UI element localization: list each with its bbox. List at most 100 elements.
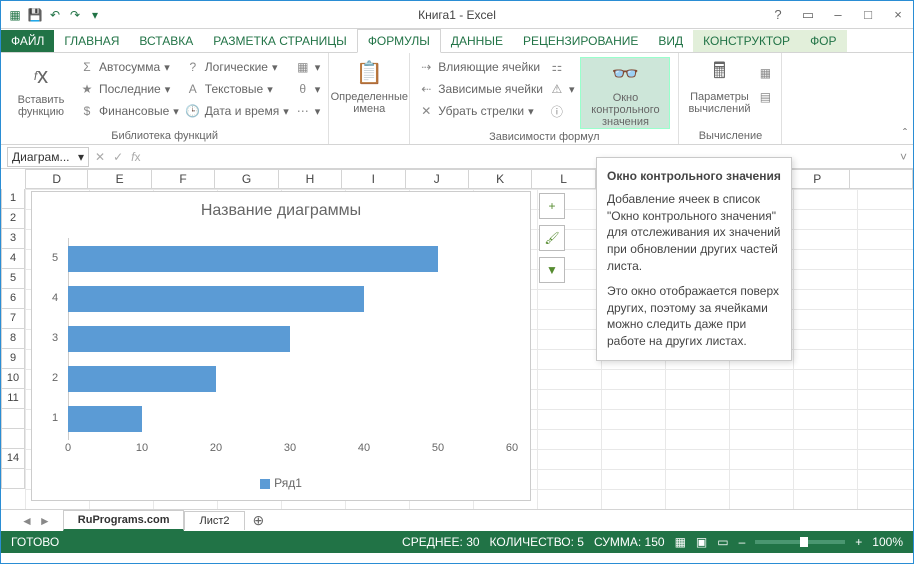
bar[interactable]	[68, 406, 142, 432]
col-header[interactable]: K	[469, 169, 532, 189]
bar[interactable]	[68, 326, 290, 352]
x-tick-label: 50	[432, 442, 444, 454]
watch-icon: 👓	[609, 58, 641, 90]
chart-style-button[interactable]: 🖌	[539, 225, 565, 251]
col-header[interactable]: F	[152, 169, 215, 189]
calc-sheet-button[interactable]: ▤	[757, 87, 773, 107]
cancel-icon[interactable]: ✕	[95, 150, 105, 164]
view-pagebreak-icon[interactable]: ▭	[717, 535, 728, 549]
tab-view[interactable]: ВИД	[648, 30, 693, 52]
row-header[interactable]: 11	[1, 389, 25, 409]
fx-icon-small[interactable]: fx	[131, 150, 140, 164]
tab-format[interactable]: ФОР	[800, 30, 846, 52]
sheet-nav-prev-icon[interactable]: ◄	[21, 514, 33, 528]
more-fn-button-2[interactable]: θ▾	[295, 79, 321, 99]
zoom-level[interactable]: 100%	[872, 535, 903, 549]
tab-design[interactable]: КОНСТРУКТОР	[693, 30, 800, 52]
expand-fx-icon[interactable]: ˅	[900, 150, 907, 164]
calc-now-button[interactable]: ▦	[757, 63, 773, 83]
help-icon[interactable]: ?	[767, 7, 789, 22]
row-header[interactable]: 1	[1, 189, 25, 209]
row-header[interactable]	[1, 409, 25, 429]
row-header[interactable]	[1, 429, 25, 449]
chart-add-element-button[interactable]: +	[539, 193, 565, 219]
row-header[interactable]: 10	[1, 369, 25, 389]
watch-window-button[interactable]: 👓 Окно контрольного значения	[580, 57, 670, 129]
zoom-out-button[interactable]: –	[739, 535, 746, 549]
embedded-chart[interactable]: Название диаграммы 12345 0102030405060 Р…	[31, 191, 531, 501]
row-header[interactable]: 14	[1, 449, 25, 469]
bar[interactable]	[68, 366, 216, 392]
plot-area[interactable]: 12345	[68, 238, 510, 440]
row-header[interactable]: 5	[1, 269, 25, 289]
zoom-slider[interactable]	[755, 540, 845, 544]
chart-title[interactable]: Название диаграммы	[32, 192, 530, 226]
text-button[interactable]: AТекстовые ▾	[185, 79, 289, 99]
col-header[interactable]: E	[88, 169, 151, 189]
redo-icon[interactable]: ↷	[67, 7, 83, 23]
tab-review[interactable]: РЕЦЕНЗИРОВАНИЕ	[513, 30, 648, 52]
name-box[interactable]: Диаграм...▾	[7, 147, 89, 167]
recent-button[interactable]: ★Последние ▾	[79, 79, 179, 99]
col-header[interactable]: G	[215, 169, 278, 189]
datetime-button[interactable]: 🕒Дата и время ▾	[185, 101, 289, 121]
row-header[interactable]: 2	[1, 209, 25, 229]
remove-arrows-button[interactable]: ✕Убрать стрелки ▾	[418, 101, 543, 121]
tab-formulas[interactable]: ФОРМУЛЫ	[357, 29, 441, 53]
view-normal-icon[interactable]: ▦	[675, 535, 686, 549]
text-icon: A	[185, 81, 201, 97]
tab-insert[interactable]: ВСТАВКА	[129, 30, 203, 52]
error-check-button[interactable]: ⚠▾	[549, 79, 575, 99]
row-header[interactable]: 7	[1, 309, 25, 329]
row-header[interactable]: 6	[1, 289, 25, 309]
col-header[interactable]: H	[279, 169, 342, 189]
autosum-button[interactable]: ΣАвтосумма ▾	[79, 57, 179, 77]
maximize-icon[interactable]: □	[857, 7, 879, 22]
tab-home[interactable]: ГЛАВНАЯ	[54, 30, 129, 52]
row-header[interactable]	[1, 469, 25, 489]
trace-precedents-button[interactable]: ⇢Влияющие ячейки	[418, 57, 543, 77]
zoom-in-button[interactable]: +	[855, 535, 862, 549]
close-icon[interactable]: ×	[887, 7, 909, 22]
bar[interactable]	[68, 246, 438, 272]
col-header[interactable]: D	[25, 169, 88, 189]
undo-icon[interactable]: ↶	[47, 7, 63, 23]
row-header[interactable]: 9	[1, 349, 25, 369]
namebox-dropdown-icon[interactable]: ▾	[78, 150, 84, 164]
more-fn-button[interactable]: ▦▾	[295, 57, 321, 77]
insert-function-button[interactable]: fx Вставить функцию	[9, 57, 73, 121]
enter-icon[interactable]: ✓	[113, 150, 123, 164]
minimize-icon[interactable]: –	[827, 7, 849, 22]
collapse-ribbon-icon[interactable]: ˆ	[903, 126, 907, 140]
col-header[interactable]: J	[406, 169, 469, 189]
sheet-tab-1[interactable]: RuPrograms.com	[63, 510, 185, 531]
ribbon-toggle-icon[interactable]: ▭	[797, 7, 819, 23]
evaluate-button[interactable]: ⓘ	[549, 101, 575, 121]
col-header[interactable]	[850, 169, 913, 189]
row-header[interactable]: 4	[1, 249, 25, 269]
more-fn-button-3[interactable]: ⋯▾	[295, 101, 321, 121]
calc-options-button[interactable]: 🖩 Параметры вычислений	[687, 57, 751, 115]
sheet-nav-next-icon[interactable]: ►	[39, 514, 51, 528]
view-layout-icon[interactable]: ▣	[696, 535, 707, 549]
defined-names-button[interactable]: 📋 Определенные имена	[337, 57, 401, 115]
sheet-tab-2[interactable]: Лист2	[184, 511, 244, 530]
tab-data[interactable]: ДАННЫЕ	[441, 30, 513, 52]
col-header[interactable]: L	[532, 169, 595, 189]
financial-button[interactable]: $Финансовые ▾	[79, 101, 179, 121]
row-header[interactable]: 3	[1, 229, 25, 249]
chart-filter-button[interactable]: ▼	[539, 257, 565, 283]
sheet-add-button[interactable]: ⊕	[245, 512, 273, 529]
row-header[interactable]: 8	[1, 329, 25, 349]
col-header[interactable]: I	[342, 169, 405, 189]
tab-file[interactable]: ФАЙЛ	[1, 30, 54, 52]
bar[interactable]	[68, 286, 364, 312]
qat-dropdown-icon[interactable]: ▾	[87, 7, 103, 23]
tab-page-layout[interactable]: РАЗМЕТКА СТРАНИЦЫ	[203, 30, 357, 52]
logical-button[interactable]: ?Логические ▾	[185, 57, 289, 77]
chart-legend[interactable]: Ряд1	[32, 476, 530, 490]
show-formulas-button[interactable]: ⚏	[549, 57, 575, 77]
trace-dependents-button[interactable]: ⇠Зависимые ячейки	[418, 79, 543, 99]
col-header[interactable]: P	[786, 169, 849, 189]
save-icon[interactable]: 💾	[27, 7, 43, 23]
